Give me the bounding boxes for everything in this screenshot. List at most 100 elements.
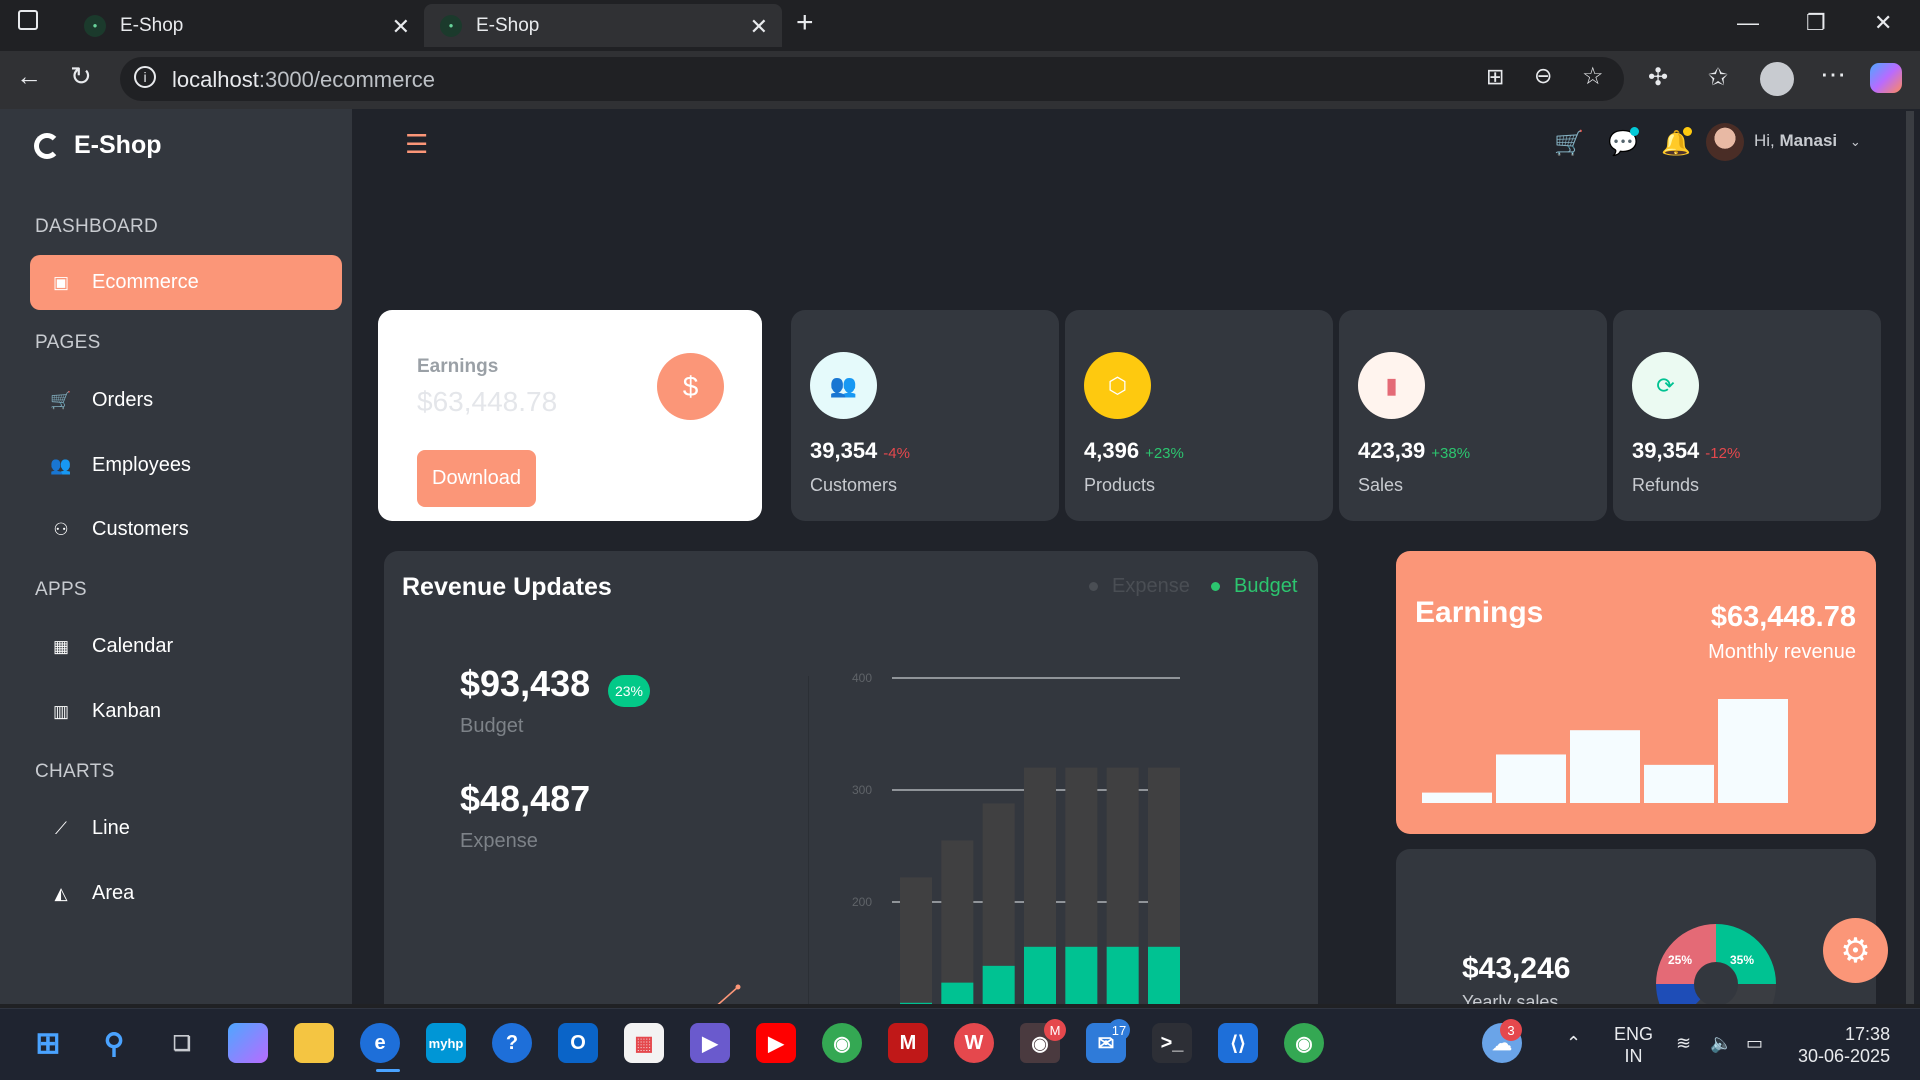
brand-logo[interactable]: E-Shop: [34, 131, 162, 160]
battery-icon[interactable]: ▭: [1746, 1033, 1763, 1054]
language-indicator[interactable]: ENG IN: [1614, 1023, 1653, 1067]
download-button[interactable]: Download: [417, 450, 536, 507]
dollar-icon[interactable]: $: [657, 353, 724, 420]
wifi-icon[interactable]: ≋: [1676, 1033, 1691, 1054]
chrome-alt-icon[interactable]: ◉: [1284, 1023, 1324, 1063]
terminal-icon[interactable]: >_: [1152, 1023, 1192, 1063]
section-dashboard: DASHBOARD: [35, 216, 159, 237]
clock[interactable]: 17:38 30-06-2025: [1798, 1023, 1890, 1067]
tab-actions-icon[interactable]: [18, 10, 38, 30]
area-chart-icon: ◭: [54, 883, 68, 903]
sidebar-item-ecommerce[interactable]: ▣ Ecommerce: [30, 255, 342, 310]
brand-icon: [34, 132, 60, 159]
close-tab-icon[interactable]: ✕: [392, 14, 410, 40]
user-profile-menu[interactable]: Hi, Manasi ⌄: [1754, 131, 1861, 151]
active-indicator: [376, 1069, 400, 1072]
tab-title: E-Shop: [120, 14, 184, 36]
site-info-icon[interactable]: i: [134, 66, 156, 88]
sidebar-item-label: Kanban: [92, 700, 161, 722]
stat-label: Refunds: [1632, 475, 1700, 495]
extensions-icon[interactable]: ✣: [1648, 63, 1668, 92]
section-charts: CHARTS: [35, 761, 115, 782]
stat-card-refunds: ⟳ 39,354 -12% Refunds: [1613, 310, 1881, 521]
address-bar[interactable]: i localhost:3000/ecommerce ⊞ ⊖ ☆: [120, 57, 1624, 101]
outlook-icon[interactable]: O: [558, 1023, 598, 1063]
edge-icon[interactable]: e: [360, 1023, 400, 1063]
video-app-icon[interactable]: ▶: [690, 1023, 730, 1063]
cart-icon: 🛒: [50, 390, 72, 410]
sparkline-line: [717, 986, 739, 1004]
windows-start-icon[interactable]: ⊞: [28, 1023, 68, 1063]
avatar[interactable]: [1706, 123, 1744, 161]
bar-budget: [1065, 946, 1098, 1004]
cart-icon[interactable]: 🛒: [1554, 129, 1584, 158]
profile-icon[interactable]: [1760, 62, 1794, 96]
more-icon[interactable]: ⋯: [1820, 59, 1846, 90]
minimize-icon[interactable]: —: [1737, 10, 1759, 36]
close-tab-icon[interactable]: ✕: [750, 14, 768, 40]
budget-value: $93,438: [460, 663, 591, 704]
app-root: E-Shop DASHBOARD ▣ Ecommerce PAGES 🛒 Ord…: [0, 109, 1920, 1004]
bar-budget: [1024, 946, 1056, 1004]
search-icon[interactable]: ⚲: [94, 1023, 134, 1063]
back-icon[interactable]: ←: [16, 61, 42, 92]
tray-chevron-up-icon[interactable]: ⌃: [1566, 1033, 1581, 1054]
task-view-icon[interactable]: ❏: [162, 1023, 202, 1063]
language-text: ENG: [1614, 1024, 1654, 1044]
chrome-icon[interactable]: ◉: [822, 1023, 862, 1063]
close-window-icon[interactable]: ✕: [1874, 10, 1892, 36]
refresh-icon[interactable]: ⟳: [1632, 352, 1699, 419]
legend-budget[interactable]: Budget: [1211, 575, 1297, 598]
menu-toggle-icon[interactable]: ☰: [405, 129, 428, 160]
bag-icon: ▣: [52, 272, 70, 292]
myhp-icon[interactable]: myhp: [426, 1023, 466, 1063]
restore-icon[interactable]: ❐: [1806, 10, 1826, 36]
sidebar-item-employees[interactable]: 👥 Employees: [30, 438, 342, 493]
sidebar-item-line[interactable]: ⟋ Line: [30, 801, 342, 856]
bar-chart-icon[interactable]: ▮: [1358, 352, 1425, 419]
greeting-text: Hi,: [1754, 131, 1775, 150]
chat-dot: [1630, 127, 1639, 136]
youtube-icon[interactable]: ▶: [756, 1023, 796, 1063]
tab-eshop-1[interactable]: ● E-Shop ✕: [68, 4, 424, 47]
vscode-icon[interactable]: ⟨⟩: [1218, 1023, 1258, 1063]
wps-office-icon[interactable]: W: [954, 1023, 994, 1063]
sidebar-item-area[interactable]: ◭ Area: [30, 866, 342, 921]
windows-taskbar: ⊞ ⚲ ❏ e myhp ? O ▦ ▶ ▶ ◉ M W ◉ M ✉ 17 >_…: [0, 1008, 1920, 1080]
browser-toolbar: ← ↻ i localhost:3000/ecommerce ⊞ ⊖ ☆ ✣ ✩…: [0, 51, 1920, 109]
help-icon[interactable]: ?: [492, 1023, 532, 1063]
copilot-icon[interactable]: [228, 1023, 268, 1063]
settings-gear-button[interactable]: ⚙: [1823, 918, 1888, 983]
volume-icon[interactable]: 🔈: [1710, 1033, 1732, 1054]
new-tab-button[interactable]: +: [796, 6, 814, 40]
mcafee-icon[interactable]: M: [888, 1023, 928, 1063]
copilot-icon[interactable]: [1870, 63, 1902, 93]
store-icon[interactable]: ▦: [624, 1023, 664, 1063]
legend-expense[interactable]: Expense: [1089, 575, 1190, 598]
budget-badge: 23%: [608, 675, 650, 707]
earnings-value: $63,448.78: [417, 386, 558, 417]
yearly-label: Yearly sales: [1462, 992, 1559, 1004]
tab-title: E-Shop: [476, 14, 540, 36]
earnings-bar: [1570, 730, 1640, 803]
favorite-star-icon[interactable]: ☆: [1582, 62, 1604, 91]
box-icon[interactable]: ⬡: [1084, 352, 1151, 419]
employees-icon: 👥: [50, 455, 72, 475]
page-scrollbar[interactable]: [1906, 111, 1914, 1004]
reload-icon[interactable]: ↻: [70, 61, 92, 92]
stat-change: +23%: [1145, 445, 1184, 462]
sidebar-item-calendar[interactable]: ▦ Calendar: [30, 619, 342, 674]
clock-date: 30-06-2025: [1798, 1046, 1891, 1066]
favorites-icon[interactable]: ✩: [1708, 63, 1728, 92]
file-explorer-icon[interactable]: [294, 1023, 334, 1063]
app-available-icon[interactable]: ⊞: [1486, 64, 1504, 90]
zoom-icon[interactable]: ⊖: [1534, 63, 1552, 89]
sidebar-item-customers[interactable]: ⚇ Customers: [30, 502, 342, 557]
stat-label: Sales: [1358, 475, 1404, 495]
customers-icon: ⚇: [53, 519, 69, 539]
sidebar-item-orders[interactable]: 🛒 Orders: [30, 373, 342, 428]
earnings-bar: [1644, 764, 1714, 803]
tab-eshop-2[interactable]: ● E-Shop ✕: [424, 4, 782, 47]
sidebar-item-kanban[interactable]: ▥ Kanban: [30, 684, 342, 739]
customers-icon[interactable]: 👥: [810, 352, 877, 419]
